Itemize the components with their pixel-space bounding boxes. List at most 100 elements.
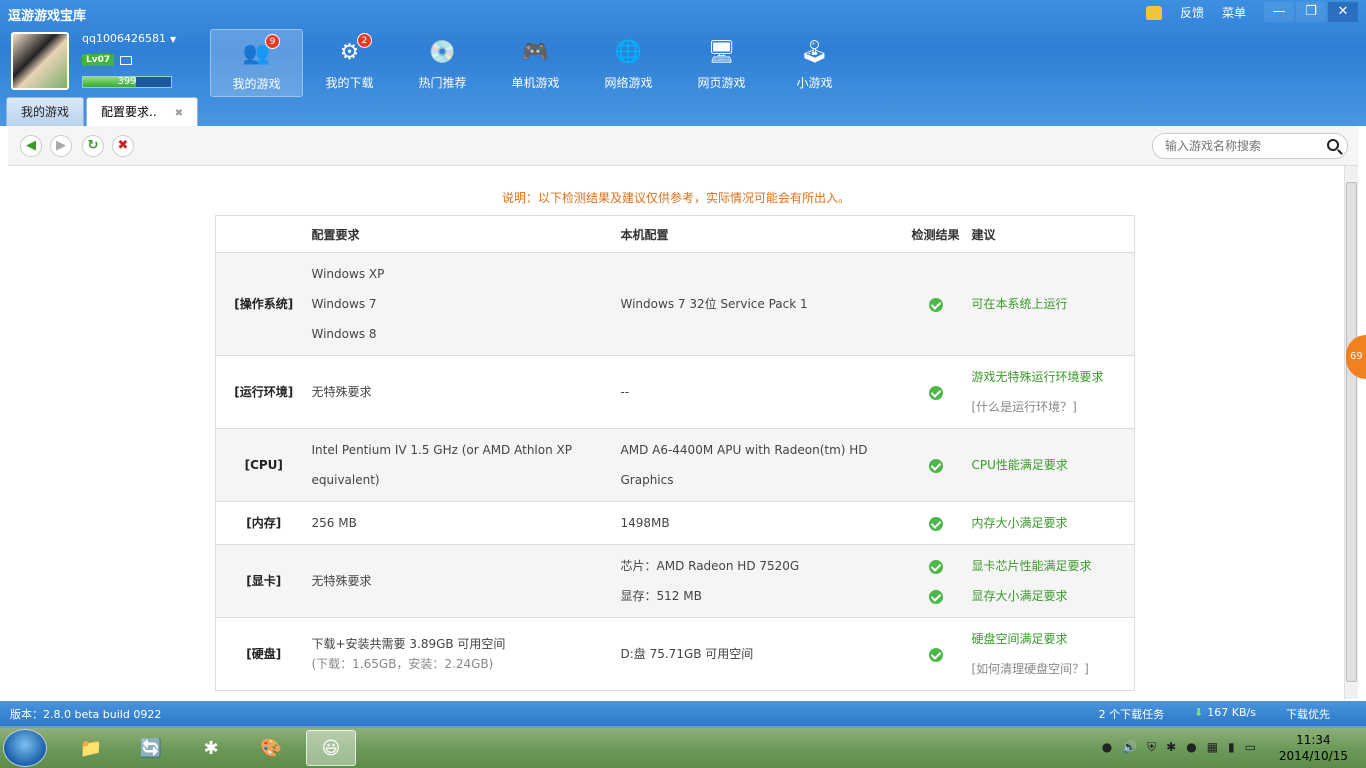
header-advice: 建议	[971, 215, 1135, 253]
refresh-button[interactable]: ↻	[82, 135, 104, 157]
header-local: 本机配置	[620, 215, 900, 253]
what-is-runtime-link[interactable]: [什么是运行环境？]	[972, 392, 1135, 422]
local-line: 芯片：AMD Radeon HD 7520G	[620, 559, 800, 573]
row-result	[899, 544, 972, 618]
paint-palette-icon[interactable]: 🎨	[246, 730, 296, 766]
nav-hot-recommend[interactable]: 💿 热门推荐	[396, 29, 489, 97]
nav-my-downloads[interactable]: ⚙ 2 我的下载	[303, 29, 396, 97]
row-category: [显卡]	[215, 544, 312, 618]
table-row: [内存] 256 MB 1498MB 内存大小满足要求	[215, 501, 1135, 545]
exp-bar: 399	[82, 76, 172, 88]
row-category: [操作系统]	[215, 252, 312, 356]
clock[interactable]: 11:34 2014/10/15	[1279, 732, 1348, 764]
row-result	[899, 428, 972, 502]
download-tasks-link[interactable]: 2 个下载任务	[1099, 706, 1165, 722]
row-result	[899, 501, 972, 545]
table-row: [显卡] 无特殊要求 芯片：AMD Radeon HD 7520G 显存：512…	[215, 544, 1135, 618]
power-icon[interactable]: ▮	[1228, 740, 1235, 755]
row-local: --	[620, 355, 900, 429]
row-local: 芯片：AMD Radeon HD 7520G 显存：512 MB	[620, 544, 900, 618]
version-text: 版本：2.8.0 beta build 0922	[10, 708, 162, 721]
nav-label: 我的下载	[325, 76, 374, 90]
network-icon[interactable]: ▦	[1207, 740, 1218, 755]
check-icon	[928, 559, 943, 574]
skin-shirt-icon[interactable]	[1145, 5, 1162, 20]
maximize-button[interactable]: ❐	[1296, 2, 1326, 22]
nav-label: 热门推荐	[418, 76, 467, 90]
tray-game-icon[interactable]: ●	[1186, 740, 1196, 755]
scrollbar[interactable]	[1344, 166, 1358, 699]
gamepad-icon: 🎮	[521, 39, 550, 65]
main-nav: 👥 9 我的游戏 ⚙ 2 我的下载 💿 热门推荐 🎮 单机游戏 🌐 网络游戏 🖥…	[210, 29, 861, 97]
advice-line: 显存大小满足要求	[971, 589, 1068, 603]
bluetooth-icon[interactable]: ✱	[186, 730, 236, 766]
check-icon	[928, 589, 943, 604]
row-category: [内存]	[215, 501, 312, 545]
notice-text: 说明：以下检测结果及建议仅供参考，实际情况可能会有所出入。	[501, 191, 850, 205]
req-line: Intel Pentium IV 1.5 GHz (or AMD Athlon …	[311, 443, 572, 457]
status-bar: 版本：2.8.0 beta build 0922 2 个下载任务 ⬇ 167 KB…	[0, 701, 1366, 726]
username[interactable]: qq1006426581 ▼	[82, 32, 176, 45]
folder-icon[interactable]: 📁	[66, 730, 116, 766]
level-badge: Lv07	[82, 54, 115, 66]
top-links: 反馈 菜单	[1145, 4, 1246, 21]
stop-button[interactable]: ✖	[112, 135, 134, 157]
nav-label: 我的游戏	[232, 77, 281, 91]
monitor-icon[interactable]: ▭	[1245, 740, 1256, 755]
tab-config-requirements[interactable]: 配置要求.. ✖	[86, 97, 199, 126]
avatar[interactable]	[11, 32, 69, 90]
req-line: (下载：1.65GB，安装：2.24GB)	[311, 657, 494, 671]
nav-online-games[interactable]: 🌐 网络游戏	[582, 29, 675, 97]
nav-single-games[interactable]: 🎮 单机游戏	[489, 29, 582, 97]
nav-web-games[interactable]: 🖥 网页游戏	[675, 29, 768, 97]
feedback-link[interactable]: 反馈	[1180, 4, 1204, 21]
row-requirement: 无特殊要求	[311, 355, 621, 429]
header-requirement: 配置要求	[311, 215, 621, 253]
row-requirement: 256 MB	[311, 501, 621, 545]
start-button[interactable]	[3, 729, 47, 767]
search-input[interactable]	[1165, 134, 1315, 158]
minimize-button[interactable]: —	[1264, 2, 1294, 22]
row-requirement: Windows XP Windows 7 Windows 8	[311, 252, 621, 356]
row-advice: 可在本系统上运行	[971, 252, 1135, 356]
tab-my-games[interactable]: 我的游戏	[6, 97, 85, 126]
globe-icon: 🌐	[614, 39, 643, 65]
header-category	[215, 215, 312, 253]
os-taskbar: 📁 🔄 ✱ 🎨 😃 ● 🔊 ⛨ ✱ ● ▦ ▮ ▭ 11:34 2014/10/…	[0, 728, 1366, 768]
mail-icon[interactable]	[120, 55, 133, 65]
nav-label: 小游戏	[796, 76, 833, 90]
req-line: equivalent)	[311, 473, 380, 487]
row-local: Windows 7 32位 Service Pack 1	[620, 252, 900, 356]
row-category: [CPU]	[215, 428, 312, 502]
clock-time: 11:34	[1296, 733, 1331, 747]
system-tray: ● 🔊 ⛨ ✱ ● ▦ ▮ ▭	[1102, 740, 1256, 755]
check-icon	[928, 385, 943, 400]
shield-icon[interactable]: ⛨	[1147, 740, 1156, 755]
chevron-down-icon[interactable]: ▼	[170, 35, 176, 44]
clock-date: 2014/10/15	[1278, 749, 1348, 763]
nav-mini-games[interactable]: 🕹 小游戏	[768, 29, 861, 97]
refresh-app-icon[interactable]: 🔄	[126, 730, 176, 766]
nav-my-games[interactable]: 👥 9 我的游戏	[210, 29, 303, 97]
scrollbar-thumb[interactable]	[1346, 182, 1357, 682]
game-app-icon[interactable]: 😃	[306, 730, 356, 766]
search-icon[interactable]	[1327, 139, 1339, 151]
taskbar-apps: 📁 🔄 ✱ 🎨 😃	[66, 730, 356, 766]
row-category: [运行环境]	[215, 355, 312, 429]
clean-disk-link[interactable]: [如何清理硬盘空间？]	[972, 654, 1135, 684]
menu-link[interactable]: 菜单	[1222, 4, 1246, 21]
bluetooth-tray-icon[interactable]: ✱	[1166, 740, 1176, 755]
tab-bar: 我的游戏 配置要求.. ✖	[6, 97, 199, 126]
row-local: D:盘 75.71GB 可用空间	[620, 617, 900, 691]
back-button[interactable]: ◀	[20, 135, 42, 157]
forward-button[interactable]: ▶	[50, 135, 72, 157]
close-button[interactable]: ✕	[1328, 2, 1358, 22]
main-content: 说明：以下检测结果及建议仅供参考，实际情况可能会有所出入。 配置要求 本机配置 …	[8, 166, 1344, 699]
volume-icon[interactable]: 🔊	[1122, 740, 1137, 755]
row-advice: 显卡芯片性能满足要求 显存大小满足要求	[971, 544, 1135, 618]
tray-app-icon[interactable]: ●	[1102, 740, 1112, 755]
download-priority-button[interactable]: 下载优先	[1286, 706, 1330, 722]
check-icon	[928, 516, 943, 531]
tab-close-icon[interactable]: ✖	[175, 108, 183, 119]
header: 逗游游戏宝库 反馈 菜单 — ❐ ✕ qq1006426581 ▼ Lv07 39…	[0, 0, 1366, 126]
